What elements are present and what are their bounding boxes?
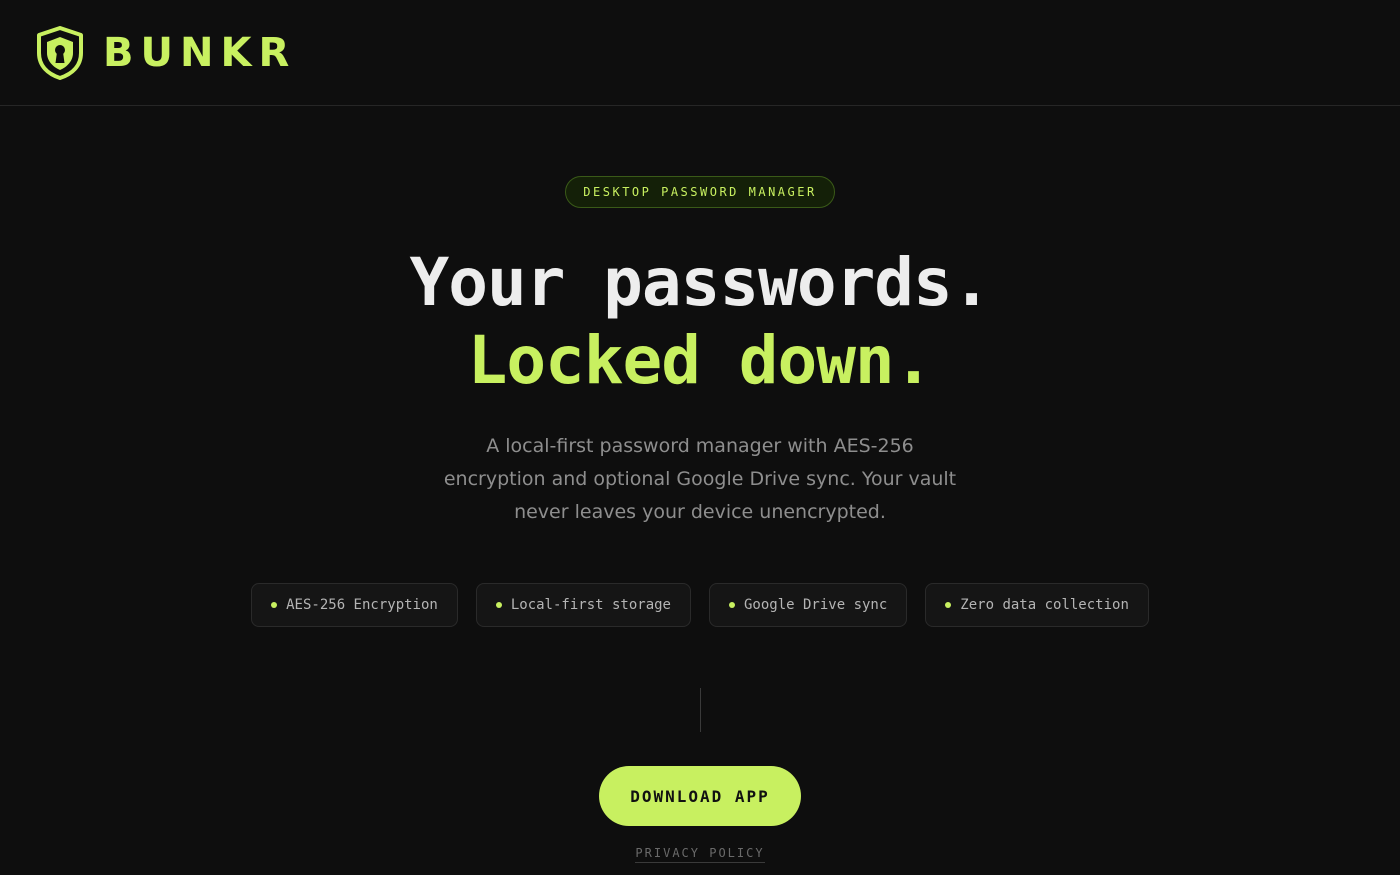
feature-label: Local-first storage — [510, 597, 671, 613]
feature-label: AES-256 Encryption — [286, 597, 438, 613]
vertical-divider — [699, 688, 701, 732]
download-app-button[interactable]: DOWNLOAD APP — [599, 766, 801, 826]
feature-pill-encryption: AES-256 Encryption — [251, 583, 458, 627]
brand-name: BUNKR — [103, 29, 297, 76]
bullet-dot-icon — [729, 602, 735, 608]
bullet-dot-icon — [495, 602, 502, 608]
hero-section: DESKTOP PASSWORD MANAGER Your passwords.… — [0, 106, 1400, 875]
brand-logo-link[interactable]: BUNKR — [35, 25, 297, 80]
hero-subtitle: A local-first password manager with AES-… — [443, 435, 957, 523]
bullet-dot-icon — [271, 602, 278, 608]
feature-pill-drive-sync: Google Drive sync — [709, 583, 908, 627]
headline-line-1: Your passwords. — [409, 244, 991, 321]
headline-line-2: Locked down. — [467, 322, 934, 399]
feature-label: Zero data collection — [960, 597, 1129, 613]
category-badge: DESKTOP PASSWORD MANAGER — [565, 176, 835, 208]
feature-pill-local-storage: Local-first storage — [475, 583, 691, 627]
feature-pill-zero-data: Zero data collection — [925, 583, 1149, 627]
privacy-policy-link[interactable]: PRIVACY POLICY — [635, 846, 765, 863]
feature-label: Google Drive sync — [744, 597, 888, 613]
shield-keyhole-icon — [37, 25, 83, 80]
site-header: BUNKR — [0, 0, 1400, 106]
hero-headline: Your passwords. Locked down. — [409, 244, 991, 400]
bullet-dot-icon — [945, 602, 952, 608]
feature-pills: AES-256 Encryption Local-first storage G… — [251, 583, 1149, 627]
